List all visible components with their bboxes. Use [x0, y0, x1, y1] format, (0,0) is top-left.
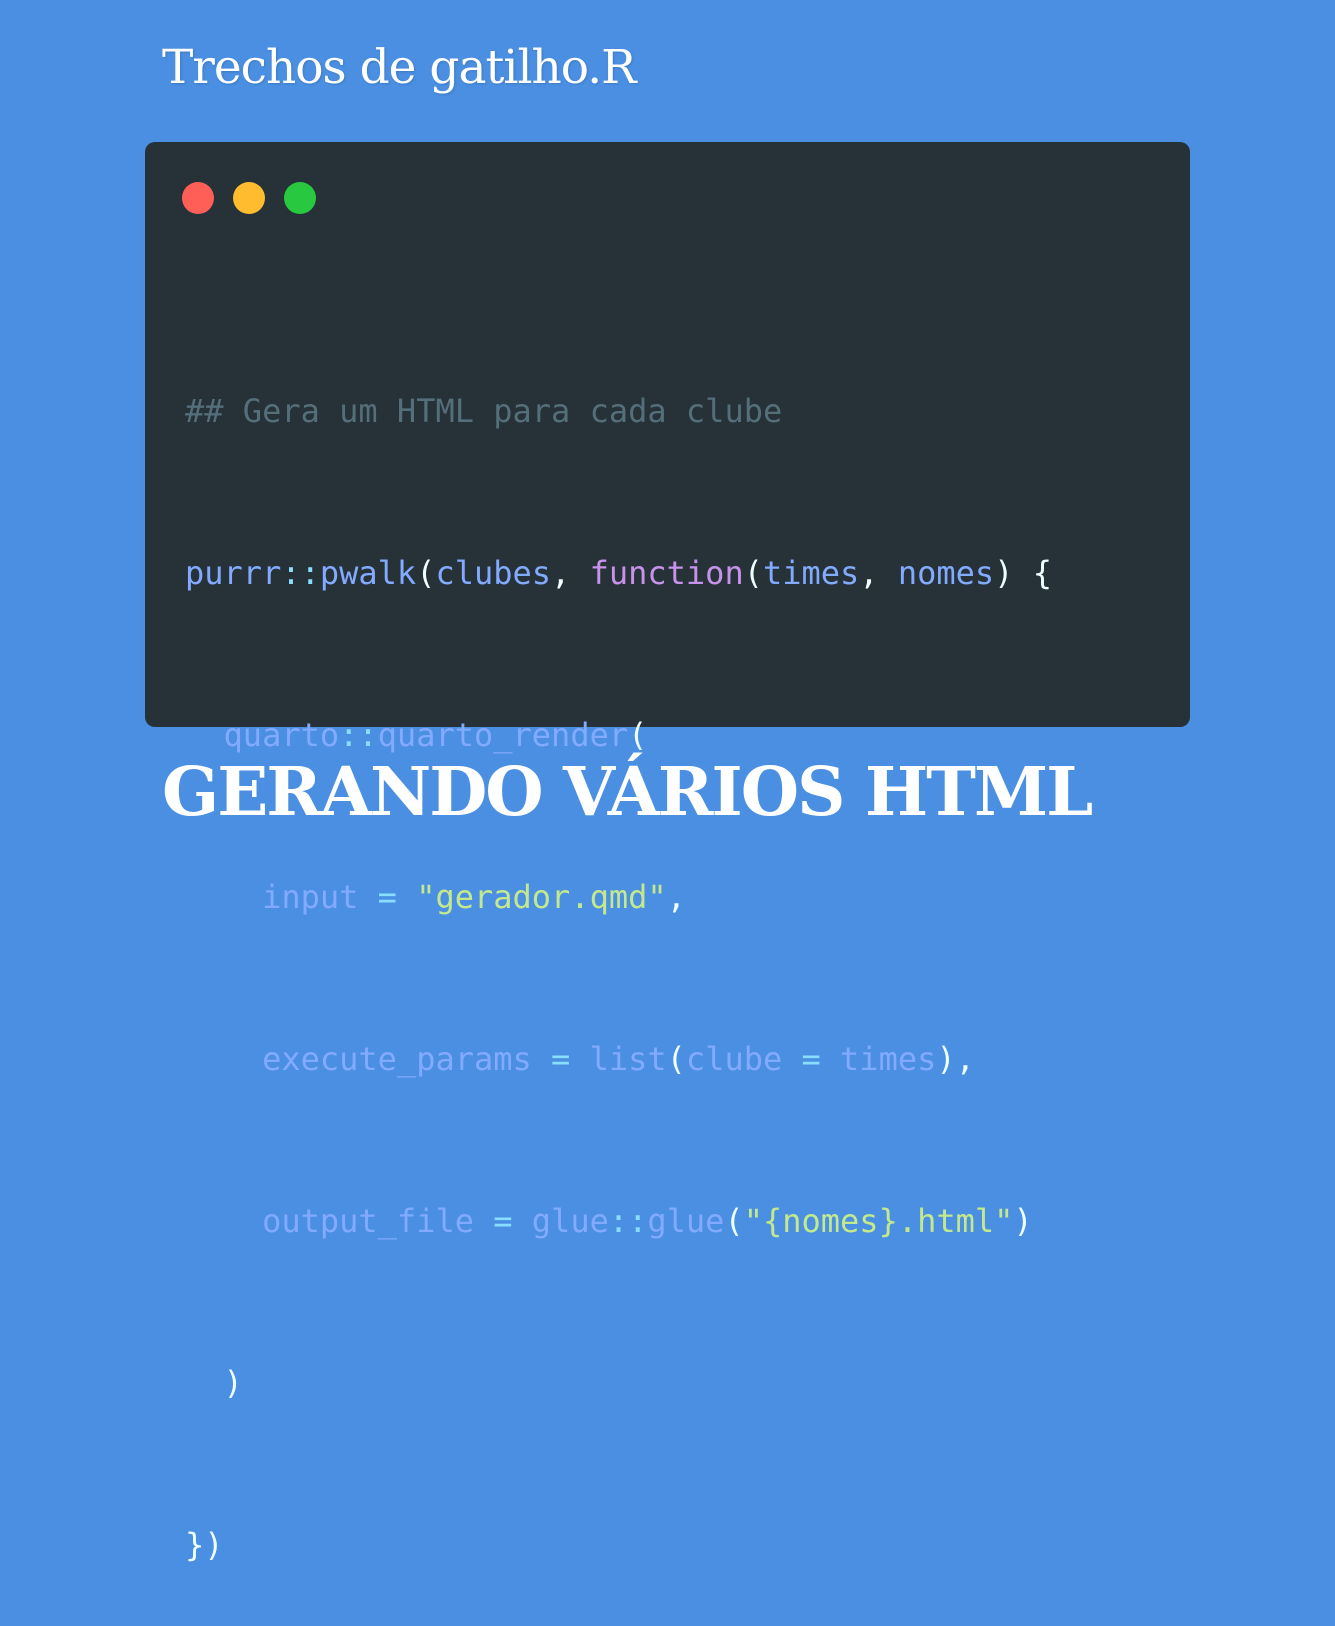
code-block: ## Gera um HTML para cada clube purrr::p…	[185, 276, 1052, 1626]
footer-title: GERANDO VÁRIOS HTML	[162, 752, 1093, 831]
minimize-dot-icon	[233, 182, 265, 214]
code-line-5: execute_params = list(clube = times),	[262, 1040, 975, 1078]
code-line-1: ## Gera um HTML para cada clube	[185, 392, 783, 430]
page-title: Trechos de gatilho.R	[162, 40, 637, 95]
code-line-6: output_file = glue::glue("{nomes}.html")	[262, 1202, 1033, 1240]
code-line-4: input = "gerador.qmd",	[262, 878, 686, 916]
code-line-8: })	[185, 1526, 224, 1564]
code-line-2: purrr::pwalk(clubes, function(times, nom…	[185, 554, 1052, 592]
code-line-7: )	[223, 1364, 243, 1402]
maximize-dot-icon	[284, 182, 316, 214]
close-dot-icon	[182, 182, 214, 214]
